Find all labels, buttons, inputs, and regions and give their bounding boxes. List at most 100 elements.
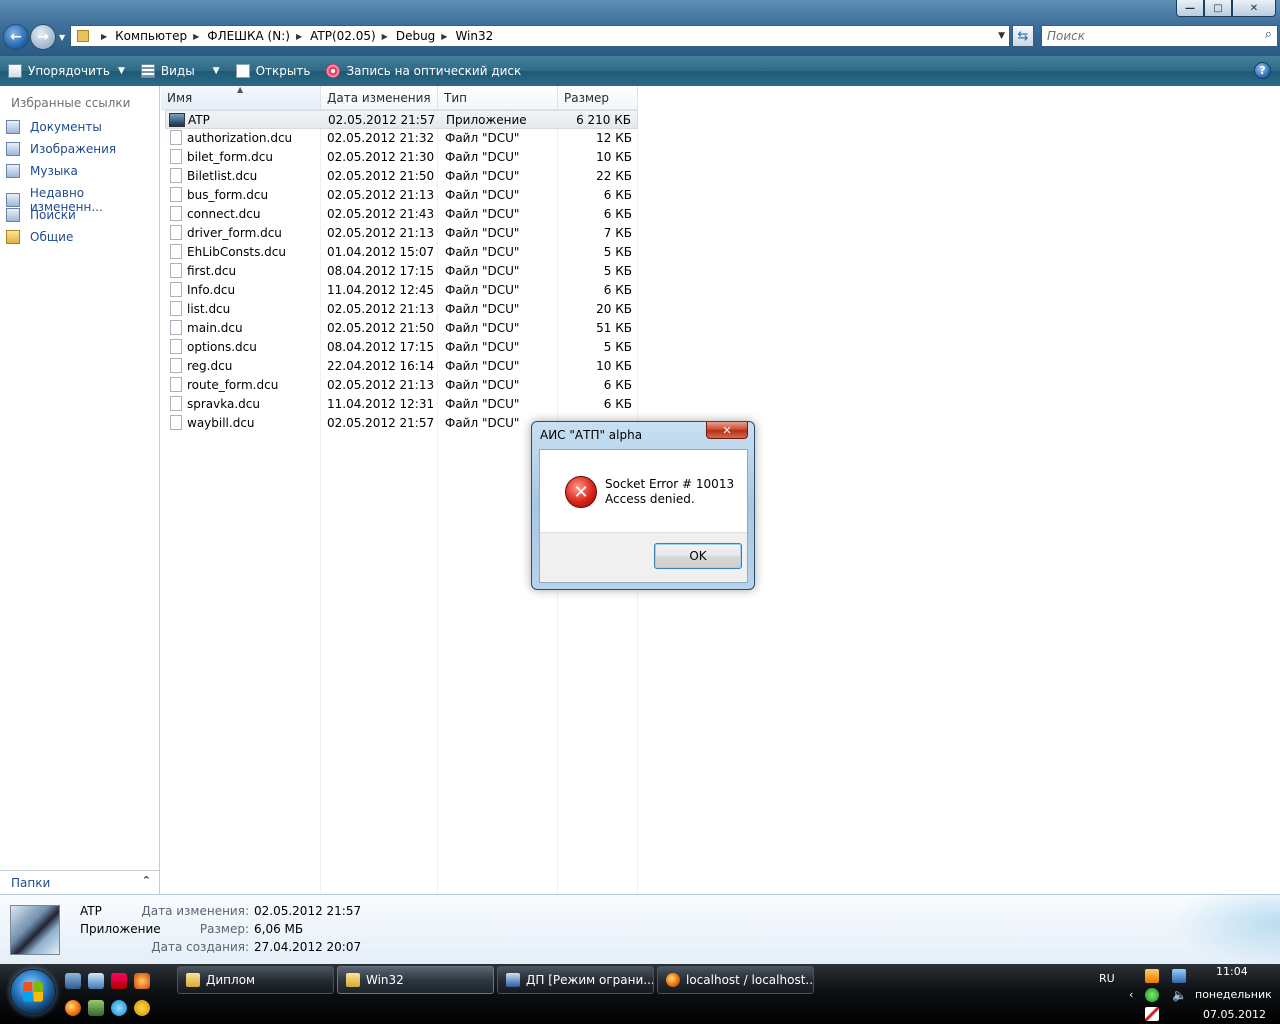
breadcrumb-computer[interactable]: Компьютер xyxy=(115,29,187,43)
dialog-close-button[interactable]: ✕ xyxy=(706,422,748,439)
file-row[interactable]: spravka.dcu 11.04.2012 12:31 Файл "DCU" 6 К… xyxy=(165,395,638,414)
clock-date[interactable]: 07.05.2012 xyxy=(1203,1008,1266,1021)
explorer-quicklaunch-icon[interactable] xyxy=(65,973,81,989)
file-date: 11.04.2012 12:45 xyxy=(327,283,435,297)
breadcrumb-separator-icon[interactable]: ▶ xyxy=(382,32,388,41)
show-desktop-icon[interactable] xyxy=(88,973,104,989)
back-button[interactable]: ← xyxy=(3,24,29,50)
language-indicator[interactable]: RU xyxy=(1099,972,1115,985)
burn-disc-button[interactable]: Запись на оптический диск xyxy=(318,56,529,86)
media-player-tray-icon[interactable] xyxy=(1145,969,1159,983)
utility-quicklaunch-icon[interactable] xyxy=(88,1000,104,1016)
file-row[interactable]: EhLibConsts.dcu 01.04.2012 15:07 Файл "DCU… xyxy=(165,243,638,262)
file-row[interactable]: authorization.dcu 02.05.2012 21:32 Файл "D… xyxy=(165,129,638,148)
refresh-button[interactable]: ⇆ xyxy=(1012,25,1034,47)
breadcrumb-separator-icon[interactable]: ▶ xyxy=(101,32,107,41)
antivirus-tray-icon[interactable] xyxy=(1145,1007,1159,1021)
taskbar-item-label: ДП [Режим ограни... xyxy=(526,973,654,987)
file-row[interactable]: ATP 02.05.2012 21:57 Приложение 6 210 КБ xyxy=(165,110,638,129)
file-type: Файл "DCU" xyxy=(445,264,520,278)
breadcrumb-project[interactable]: ATP(02.05) xyxy=(310,29,376,43)
nav-link-searches[interactable]: Поиски xyxy=(6,208,76,222)
file-row[interactable]: main.dcu 02.05.2012 21:50 Файл "DCU" 51 КБ xyxy=(165,319,638,338)
nav-link-public[interactable]: Общие xyxy=(6,230,73,244)
open-button[interactable]: Открыть xyxy=(228,56,319,86)
app-quicklaunch-icon[interactable] xyxy=(134,973,150,989)
breadcrumb-drive[interactable]: ФЛЕШКА (N:) xyxy=(207,29,290,43)
file-name: options.dcu xyxy=(187,340,257,354)
column-header-type[interactable]: Тип xyxy=(438,86,558,110)
file-row[interactable]: connect.dcu 02.05.2012 21:43 Файл "DCU" 6 К… xyxy=(165,205,638,224)
history-dropdown-icon[interactable]: ▼ xyxy=(59,33,65,42)
file-icon xyxy=(170,320,182,335)
file-row[interactable]: Biletlist.dcu 02.05.2012 21:50 Файл "DCU" 2… xyxy=(165,167,638,186)
file-row[interactable]: first.dcu 08.04.2012 17:15 Файл "DCU" 5 КБ xyxy=(165,262,638,281)
breadcrumb-separator-icon[interactable]: ▶ xyxy=(441,32,447,41)
breadcrumb-debug[interactable]: Debug xyxy=(396,29,435,43)
nav-link-documents[interactable]: Документы xyxy=(6,120,102,134)
organize-button[interactable]: Упорядочить ▼ xyxy=(0,56,133,86)
dialog-title: АИС "АТП" alpha xyxy=(540,428,643,442)
details-modified-value: 02.05.2012 21:57 xyxy=(254,904,362,918)
taskbar-item-word[interactable]: ДП [Режим ограни... xyxy=(497,966,654,994)
media-quicklaunch-icon[interactable] xyxy=(134,1000,150,1016)
close-button[interactable]: ✕ xyxy=(1232,0,1276,17)
file-name: authorization.dcu xyxy=(187,131,293,145)
clock-day[interactable]: понедельник xyxy=(1195,988,1272,1001)
file-row[interactable]: bus_form.dcu 02.05.2012 21:13 Файл "DCU" 6 … xyxy=(165,186,638,205)
file-row[interactable]: Info.dcu 11.04.2012 12:45 Файл "DCU" 6 КБ xyxy=(165,281,638,300)
file-type: Файл "DCU" xyxy=(445,226,520,240)
skype-quicklaunch-icon[interactable] xyxy=(111,1000,127,1016)
file-icon xyxy=(170,339,182,354)
folder-icon xyxy=(77,30,89,42)
column-header-size[interactable]: Размер xyxy=(558,86,638,110)
file-date: 02.05.2012 21:57 xyxy=(328,113,436,127)
file-icon xyxy=(170,206,182,221)
utorrent-tray-icon[interactable] xyxy=(1145,988,1159,1002)
details-file-name: ATP xyxy=(80,904,102,918)
folders-toggle[interactable]: Папки ⌃ xyxy=(0,870,159,894)
address-dropdown-icon[interactable]: ▼ xyxy=(998,31,1005,41)
file-row[interactable]: reg.dcu 22.04.2012 16:14 Файл "DCU" 10 КБ xyxy=(165,357,638,376)
taskbar: Диплом Win32 ДП [Режим ограни... localho… xyxy=(0,964,1280,1024)
file-date: 02.05.2012 21:50 xyxy=(327,321,435,335)
book-quicklaunch-icon[interactable] xyxy=(111,973,127,989)
file-row[interactable]: bilet_form.dcu 02.05.2012 21:30 Файл "DCU"… xyxy=(165,148,638,167)
file-date: 08.04.2012 17:15 xyxy=(327,340,435,354)
file-row[interactable]: options.dcu 08.04.2012 17:15 Файл "DCU" 5 К… xyxy=(165,338,638,357)
search-input[interactable]: Поиск ⌕ xyxy=(1041,25,1278,47)
taskbar-item-diploma[interactable]: Диплом xyxy=(177,966,334,994)
file-row[interactable]: route_form.dcu 02.05.2012 21:13 Файл "DCU"… xyxy=(165,376,638,395)
start-button[interactable] xyxy=(10,969,56,1015)
chevron-down-icon: ▼ xyxy=(117,66,125,76)
file-row[interactable]: list.dcu 02.05.2012 21:13 Файл "DCU" 20 КБ xyxy=(165,300,638,319)
file-date: 02.05.2012 21:30 xyxy=(327,150,435,164)
file-icon xyxy=(170,301,182,316)
search-icon[interactable]: ⌕ xyxy=(1265,27,1272,42)
breadcrumb-separator-icon[interactable]: ▶ xyxy=(193,32,199,41)
minimize-button[interactable]: — xyxy=(1176,0,1204,17)
ok-button[interactable]: OK xyxy=(654,543,742,569)
firefox-quicklaunch-icon[interactable] xyxy=(65,1000,81,1016)
breadcrumb-win32[interactable]: Win32 xyxy=(455,29,493,43)
file-row[interactable]: driver_form.dcu 02.05.2012 21:13 Файл "DCU… xyxy=(165,224,638,243)
error-dialog: АИС "АТП" alpha ✕ ✕ Socket Error # 10013… xyxy=(531,421,755,590)
nav-link-pictures[interactable]: Изображения xyxy=(6,142,116,156)
clock-time[interactable]: 11:04 xyxy=(1216,965,1248,978)
file-name: connect.dcu xyxy=(187,207,261,221)
nav-link-music[interactable]: Музыка xyxy=(6,164,78,178)
taskbar-item-win32[interactable]: Win32 xyxy=(337,966,494,994)
forward-button[interactable]: → xyxy=(30,24,56,50)
volume-tray-icon[interactable]: 🔈 xyxy=(1172,988,1187,1002)
views-button[interactable]: Виды ▼ xyxy=(133,56,228,86)
column-header-date[interactable]: Дата изменения xyxy=(321,86,438,110)
network-tray-icon[interactable] xyxy=(1172,969,1186,983)
maximize-button[interactable]: □ xyxy=(1204,0,1232,17)
address-bar[interactable]: ▶ Компьютер ▶ ФЛЕШКА (N:) ▶ ATP(02.05) ▶ Deb… xyxy=(70,25,1010,47)
breadcrumb-separator-icon[interactable]: ▶ xyxy=(296,32,302,41)
show-hidden-icons-chevron-icon[interactable]: ‹ xyxy=(1129,988,1133,1001)
search-placeholder: Поиск xyxy=(1047,29,1086,43)
help-button[interactable]: ? xyxy=(1254,62,1271,79)
taskbar-item-firefox[interactable]: localhost / localhost... xyxy=(657,966,814,994)
column-header-name[interactable]: Имя ▲ xyxy=(161,85,321,110)
